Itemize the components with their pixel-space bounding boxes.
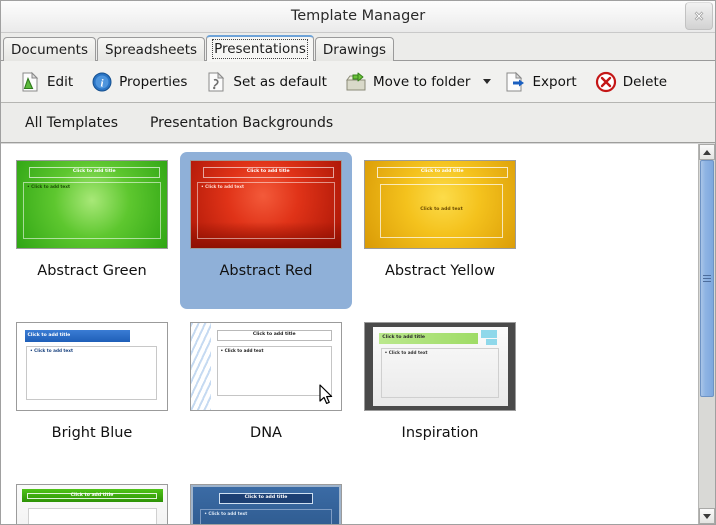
scrollbar-track[interactable]: [699, 160, 715, 508]
template-thumbnail[interactable]: Click to add title • Click to add text: [190, 160, 342, 249]
thumb-body-placeholder: • Click to add text: [23, 181, 161, 240]
template-thumbnail[interactable]: Click to add title • Click to add text: [16, 160, 168, 249]
set-as-default-button[interactable]: Set as default: [197, 65, 335, 99]
scrollbar-thumb[interactable]: [700, 160, 714, 397]
template-thumbnail[interactable]: Click to add title • Click to add text: [364, 322, 516, 411]
content-area: Click to add title • Click to add text Abs…: [1, 143, 715, 524]
template-thumbnail[interactable]: Click to add title • Click to add text: [16, 322, 168, 411]
export-icon: [504, 71, 526, 93]
vertical-scrollbar[interactable]: [698, 144, 715, 524]
template-item-lush-green[interactable]: Click to add titleClick to add textLush …: [6, 476, 178, 524]
thumb-title-placeholder: Click to add title: [203, 167, 334, 179]
tab-drawings[interactable]: Drawings: [314, 37, 395, 61]
edit-button[interactable]: Edit: [11, 65, 81, 99]
thumb-body-placeholder: • Click to add text: [197, 181, 335, 240]
scrollbar-grip-icon: [703, 273, 711, 284]
template-thumbnail[interactable]: Click to add title Click to add text: [364, 160, 516, 249]
breadcrumb-item-all-templates[interactable]: All Templates: [25, 115, 118, 131]
breadcrumb-item-presentation-backgrounds[interactable]: Presentation Backgrounds: [150, 115, 333, 131]
window-title: Template Manager: [290, 8, 426, 24]
thumb-title-placeholder: Click to add title: [379, 332, 478, 344]
template-name-label: Bright Blue: [51, 425, 133, 441]
thumb-body-placeholder: Click to add text: [27, 507, 157, 524]
template-item-abstract-yellow[interactable]: Click to add title Click to add text Abstr…: [354, 152, 526, 309]
thumb-title-placeholder: Click to add title: [24, 329, 130, 343]
thumb-title-placeholder: Click to add title: [377, 167, 508, 179]
thumb-body-placeholder: • Click to add text: [380, 347, 500, 398]
move-to-folder-button[interactable]: Move to folder: [337, 65, 479, 99]
toolbar-button-label: Properties: [119, 73, 188, 90]
template-thumbnail[interactable]: Click to add title • Click to add text: [190, 484, 342, 524]
set-as-default-icon: [205, 71, 227, 93]
toolbar-button-label: Move to folder: [372, 73, 471, 90]
template-thumbnail[interactable]: Click to add title • Click to add text: [190, 322, 342, 411]
tab-presentations[interactable]: Presentations: [206, 35, 314, 61]
thumb-body-placeholder: • Click to add text: [200, 509, 332, 524]
properties-button[interactable]: i Properties: [83, 65, 195, 99]
thumb-body-placeholder: Click to add text: [380, 183, 503, 238]
toolbar-button-label: Set as default: [233, 73, 327, 90]
template-name-label: Abstract Yellow: [384, 263, 496, 279]
thumb-title-placeholder: Click to add title: [216, 329, 332, 342]
toolbar-button-label: Export: [532, 73, 577, 90]
tab-documents[interactable]: Documents: [3, 37, 96, 61]
template-thumbnail[interactable]: Click to add title Click to add text: [16, 484, 168, 524]
tab-bar: Documents Spreadsheets Presentations Drawin…: [1, 33, 715, 61]
breadcrumb: All Templates Presentation Backgrounds: [1, 103, 715, 143]
template-name-label: Inspiration: [401, 425, 479, 441]
tab-label: Presentations: [212, 39, 308, 59]
toolbar-button-label: Delete: [622, 73, 668, 90]
thumb-title-bar: Click to add title: [21, 489, 163, 503]
thumb-body-placeholder: • Click to add text: [216, 345, 332, 397]
toolbar-button-label: Edit: [47, 73, 74, 90]
template-item-bright-blue[interactable]: Click to add title • Click to add text Bri…: [6, 314, 178, 471]
title-bar: Template Manager ×: [1, 1, 715, 33]
template-item-abstract-red[interactable]: Click to add title • Click to add text Abs…: [180, 152, 352, 309]
close-icon: ×: [693, 9, 705, 23]
thumb-body-placeholder: • Click to add text: [26, 345, 157, 400]
export-button[interactable]: Export: [496, 65, 584, 99]
tab-spreadsheets[interactable]: Spreadsheets: [96, 37, 206, 61]
template-item-abstract-green[interactable]: Click to add title • Click to add text Abs…: [6, 152, 178, 309]
scroll-down-icon[interactable]: [699, 508, 715, 524]
toolbar: Edit i Properties Set as default Move to fol…: [1, 61, 715, 103]
template-name-label: Abstract Green: [37, 263, 147, 279]
tab-label: Drawings: [322, 41, 387, 58]
thumb-title-placeholder: Click to add title: [27, 492, 157, 500]
thumb-title-placeholder: Click to add title: [29, 167, 160, 179]
move-to-folder-icon: [345, 71, 367, 93]
template-name-label: DNA: [250, 425, 282, 441]
edit-document-icon: [19, 71, 41, 93]
delete-icon: [595, 71, 617, 93]
template-item-metropolis[interactable]: Click to add title• Click to add textMet…: [180, 476, 352, 524]
thumb-title-placeholder: Click to add title: [219, 492, 313, 505]
move-to-folder-dropdown-chevron-down-icon[interactable]: [480, 65, 494, 99]
template-name-label: Abstract Red: [219, 263, 313, 279]
template-item-dna[interactable]: Click to add title • Click to add text DNA: [180, 314, 352, 471]
tab-label: Spreadsheets: [104, 41, 198, 58]
template-grid: Click to add title • Click to add text Abs…: [1, 144, 698, 524]
delete-button[interactable]: Delete: [587, 65, 675, 99]
info-icon: i: [91, 71, 113, 93]
scroll-up-icon[interactable]: [699, 144, 715, 160]
close-button[interactable]: ×: [685, 2, 713, 30]
template-item-inspiration[interactable]: Click to add title • Click to add text Ins…: [354, 314, 526, 471]
tab-label: Documents: [11, 41, 88, 58]
template-manager-window: Template Manager × Documents Spreadsheets…: [0, 0, 716, 525]
